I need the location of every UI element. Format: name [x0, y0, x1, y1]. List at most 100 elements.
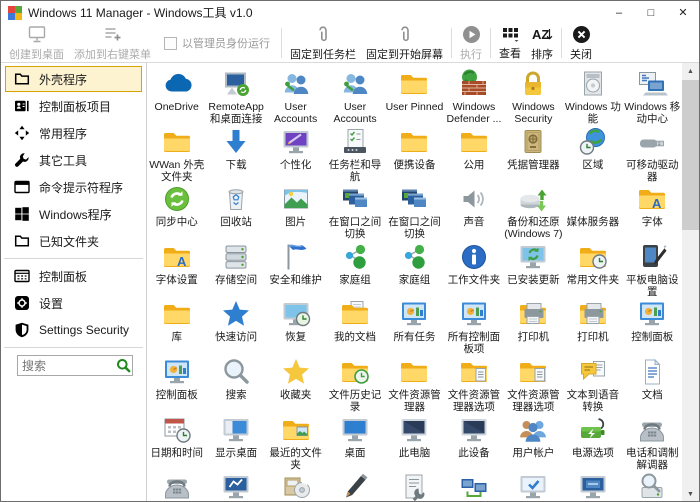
grid-item[interactable]: Windows 移动中心: [623, 68, 682, 126]
grid-item[interactable]: 程序和功能: [266, 471, 325, 502]
add-context-menu-button[interactable]: 添加到右键菜单: [69, 24, 156, 62]
grid-item[interactable]: 声音: [444, 183, 503, 241]
grid-item[interactable]: WWan 外壳文件夹: [147, 126, 206, 184]
execute-button[interactable]: 执行: [455, 24, 487, 62]
view-button[interactable]: 查看: [494, 24, 526, 62]
grid-item[interactable]: 家庭组: [325, 241, 384, 299]
grid-item[interactable]: 下载: [206, 126, 265, 184]
grid-item[interactable]: 电源选项: [563, 414, 622, 472]
pin-start-button[interactable]: 固定到开始屏幕: [361, 24, 448, 62]
grid-item[interactable]: Windows Defender ...: [444, 68, 503, 126]
maximize-button[interactable]: □: [635, 1, 667, 24]
grid-item[interactable]: 任务栏和导航: [325, 126, 384, 184]
grid-item[interactable]: 文件历史记录: [325, 356, 384, 414]
grid-item[interactable]: 所有控制面板项: [444, 298, 503, 356]
grid-item[interactable]: 日期和时间: [147, 414, 206, 472]
grid-item[interactable]: 管理工具: [385, 471, 444, 502]
scroll-down-icon[interactable]: ▼: [682, 486, 699, 502]
sidebar-item[interactable]: 命令提示符程序: [5, 174, 142, 200]
grid-item[interactable]: RemoteApp 和桌面连接: [206, 68, 265, 126]
grid-item[interactable]: 电话和调制解调器: [623, 414, 682, 472]
pin-taskbar-button[interactable]: 固定到任务栏: [285, 24, 361, 62]
search-box[interactable]: [17, 355, 133, 376]
grid-item[interactable]: Windows Security: [504, 68, 563, 126]
grid-item[interactable]: 文本到语音转换: [563, 356, 622, 414]
grid-item[interactable]: 区域: [563, 126, 622, 184]
grid-item[interactable]: 索引选项: [623, 471, 682, 502]
grid-item[interactable]: 桌面: [325, 414, 384, 472]
sidebar-item[interactable]: 常用程序: [5, 120, 142, 146]
grid-item[interactable]: 在窗口之间切换: [385, 183, 444, 241]
grid-item[interactable]: 安全和维护: [266, 241, 325, 299]
grid-item[interactable]: 回收站: [206, 183, 265, 241]
grid-item[interactable]: 在窗口之间切换: [325, 183, 384, 241]
grid-item[interactable]: 个性化: [266, 126, 325, 184]
grid-item[interactable]: OneDrive: [147, 68, 206, 126]
grid-item[interactable]: 系统: [504, 471, 563, 502]
sidebar-item[interactable]: 其它工具: [5, 147, 142, 173]
grid-item[interactable]: 最近的文件夹: [266, 414, 325, 472]
grid-item[interactable]: A字体设置: [147, 241, 206, 299]
run-as-admin-checkbox[interactable]: 以管理员身份运行: [156, 24, 278, 62]
close-button[interactable]: 关闭: [565, 24, 597, 62]
grid-item[interactable]: 便携设备: [385, 126, 444, 184]
scroll-up-icon[interactable]: ▲: [682, 63, 699, 80]
grid-item[interactable]: 电话和调制解调器: [147, 471, 206, 502]
grid-item[interactable]: 显示桌面: [206, 414, 265, 472]
search-icon[interactable]: [114, 357, 132, 375]
grid-item[interactable]: 同步中心: [147, 183, 206, 241]
grid-item[interactable]: 文档: [623, 356, 682, 414]
grid-item[interactable]: 用户帐户: [504, 414, 563, 472]
close-window-button[interactable]: ✕: [667, 1, 699, 24]
grid-item[interactable]: 文件资源管理器选项: [444, 356, 503, 414]
grid-item[interactable]: 疑难解答: [206, 471, 265, 502]
grid-item[interactable]: 我的文档: [325, 298, 384, 356]
grid-item[interactable]: 公用: [444, 126, 503, 184]
grid-item[interactable]: 控制面板: [623, 298, 682, 356]
scrollbar-thumb[interactable]: [682, 80, 699, 230]
grid-item[interactable]: 备份和还原 (Windows 7): [504, 183, 563, 241]
scrollbar-track[interactable]: [682, 80, 699, 486]
grid-item[interactable]: 凭据管理器: [504, 126, 563, 184]
create-desktop-button[interactable]: 创建到桌面: [4, 24, 69, 62]
grid-item[interactable]: 可移动驱动器: [623, 126, 682, 184]
sidebar-item[interactable]: 已知文件夹: [5, 228, 142, 254]
grid-item[interactable]: 图片: [266, 183, 325, 241]
grid-item[interactable]: 已安装更新: [504, 241, 563, 299]
grid-item[interactable]: Windows 功能: [563, 68, 622, 126]
grid-item[interactable]: 文件资源管理器: [385, 356, 444, 414]
grid-item[interactable]: User Accounts: [266, 68, 325, 126]
sidebar-item[interactable]: 控制面板: [5, 263, 142, 289]
grid-item[interactable]: 搜索: [206, 356, 265, 414]
sidebar-item[interactable]: Windows程序: [5, 201, 142, 227]
grid-item[interactable]: 文件资源管理器选项: [504, 356, 563, 414]
search-input[interactable]: [18, 359, 114, 373]
sidebar-item[interactable]: 外壳程序: [5, 66, 142, 92]
grid-item[interactable]: User Pinned: [385, 68, 444, 126]
grid-item[interactable]: 此设备: [444, 414, 503, 472]
minimize-button[interactable]: –: [603, 1, 635, 24]
grid-item[interactable]: 此电脑: [385, 414, 444, 472]
grid-item[interactable]: 控制面板: [147, 356, 206, 414]
grid-item[interactable]: User Accounts: [325, 68, 384, 126]
grid-item[interactable]: 媒体服务器: [563, 183, 622, 241]
grid-item[interactable]: 系统还原: [563, 471, 622, 502]
grid-item[interactable]: 所有任务: [385, 298, 444, 356]
grid-item[interactable]: A字体: [623, 183, 682, 241]
grid-item[interactable]: 打印机: [563, 298, 622, 356]
vertical-scrollbar[interactable]: ▲ ▼: [682, 63, 699, 502]
grid-item[interactable]: 工作文件夹: [444, 241, 503, 299]
sort-button[interactable]: AZ 排序: [526, 24, 558, 62]
grid-item[interactable]: 快速访问: [206, 298, 265, 356]
grid-item[interactable]: 常用文件夹: [563, 241, 622, 299]
grid-item[interactable]: 笔和触控: [325, 471, 384, 502]
grid-item[interactable]: 恢复: [266, 298, 325, 356]
grid-item[interactable]: 家庭组: [385, 241, 444, 299]
sidebar-item[interactable]: 控制面板项目: [5, 93, 142, 119]
grid-item[interactable]: 平板电脑设置: [623, 241, 682, 299]
sidebar-item[interactable]: Settings Security: [5, 317, 142, 343]
grid-item[interactable]: 库: [147, 298, 206, 356]
grid-item[interactable]: 打印机: [504, 298, 563, 356]
grid-item[interactable]: 收藏夹: [266, 356, 325, 414]
grid-item[interactable]: 管理无线网络: [444, 471, 503, 502]
